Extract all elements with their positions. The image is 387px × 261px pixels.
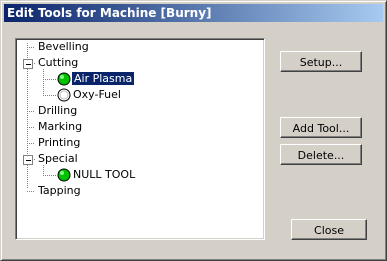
tree-item-label: Bevelling [38,40,89,53]
tree-item-label: Air Plasma [70,71,136,86]
delete-button[interactable]: Delete... [280,144,362,165]
tree-item-label: Marking [38,120,83,133]
tree-item-printing[interactable]: Printing [38,135,80,151]
tree-item-tapping[interactable]: Tapping [38,183,81,199]
tree-item-oxy-fuel[interactable]: Oxy-Fuel [73,87,121,103]
tools-tree[interactable]: Bevelling Cutting Air Plasma Oxy-Fuel Dr… [15,38,265,240]
tree-item-special[interactable]: Special [38,151,78,167]
tree-item-label: Cutting [38,56,79,69]
setup-button[interactable]: Setup... [280,51,362,72]
tree-item-label: Special [38,152,78,165]
tree-item-drilling[interactable]: Drilling [38,103,77,119]
add-tool-button[interactable]: Add Tool... [280,117,362,138]
tree-item-cutting[interactable]: Cutting [38,55,78,71]
tree-item-label: Oxy-Fuel [73,88,121,101]
window-title: Edit Tools for Machine [Burny] [7,6,212,20]
tree-item-air-plasma[interactable]: Air Plasma [70,71,136,87]
tree-item-bevelling[interactable]: Bevelling [38,39,89,55]
tree-item-null-tool[interactable]: NULL TOOL [73,167,135,183]
collapse-special-toggle[interactable] [23,155,33,165]
inactive-tool-icon [57,88,71,102]
close-button[interactable]: Close [291,219,367,240]
edit-tools-dialog: Edit Tools for Machine [Burny] Bevelling… [0,0,387,261]
tree-item-label: Printing [38,136,81,149]
tree-item-label: Tapping [38,184,81,197]
tree-item-label: NULL TOOL [73,168,136,181]
tree-item-marking[interactable]: Marking [38,119,82,135]
title-bar[interactable]: Edit Tools for Machine [Burny] [4,4,383,22]
tree-item-label: Drilling [38,104,78,117]
collapse-cutting-toggle[interactable] [23,59,33,69]
active-tool-icon [57,168,71,182]
active-tool-icon [57,72,71,86]
